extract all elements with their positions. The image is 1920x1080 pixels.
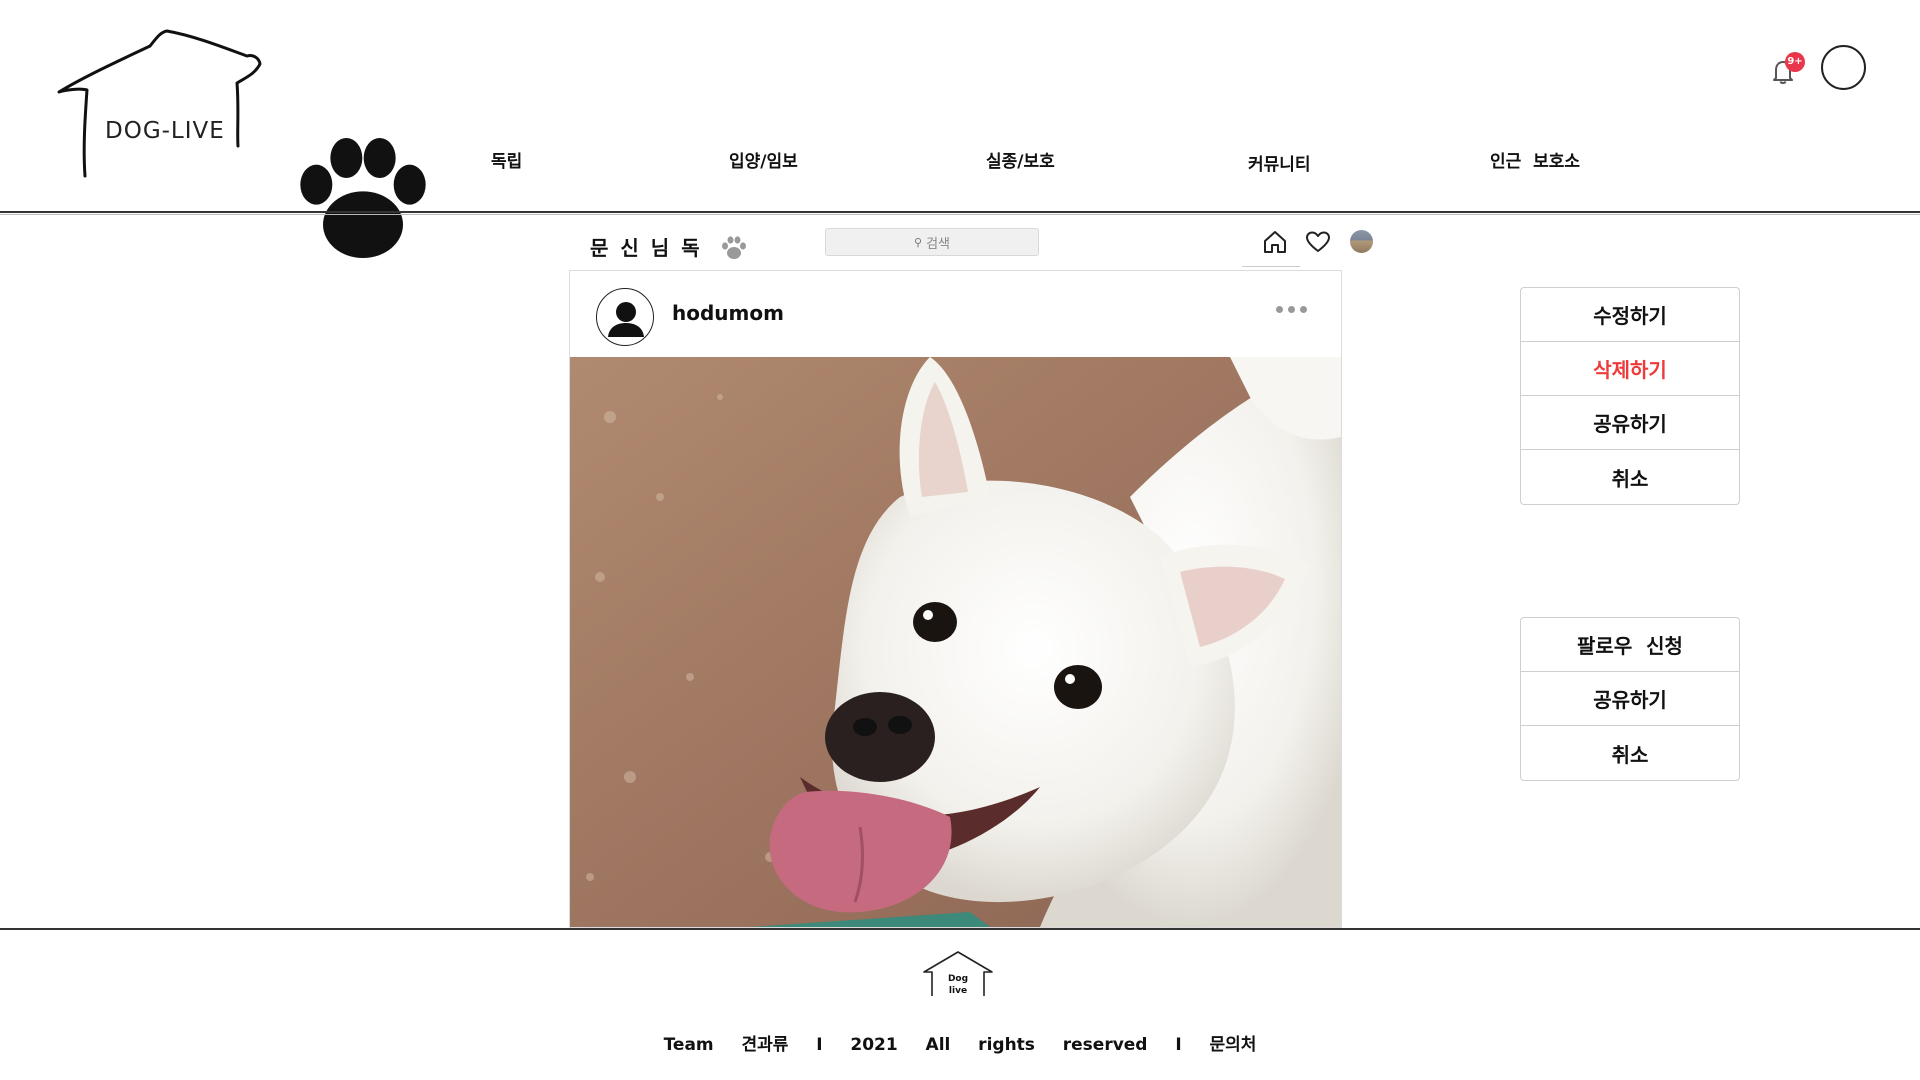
search-input[interactable]: ⚲ 검색 — [825, 228, 1039, 256]
heart-icon[interactable] — [1305, 230, 1331, 254]
nav-item-independence[interactable]: 독립 — [491, 147, 522, 172]
notification-badge: 9+ — [1785, 52, 1805, 72]
owner-options-menu: 수정하기 삭제하기 공유하기 취소 — [1520, 287, 1740, 505]
dog-photo — [570, 357, 1341, 927]
more-options-icon[interactable] — [1276, 299, 1316, 319]
nav-item-shelter[interactable]: 인근 보호소 — [1490, 147, 1580, 172]
post-avatar[interactable] — [596, 288, 654, 346]
feed-brand: 문신님독 — [590, 236, 712, 260]
footer-logo-line2: live — [949, 986, 967, 996]
header-divider-shadow — [0, 214, 1920, 215]
nav-item-missing[interactable]: 실종/보호 — [986, 147, 1055, 172]
footer-divider — [0, 928, 1920, 930]
footer-copyright: Team 견과류 I 2021 All rights reserved I 문의… — [663, 1035, 1257, 1055]
home-active-indicator — [1242, 266, 1300, 267]
post-card: hodumom — [569, 270, 1342, 928]
delete-button[interactable]: 삭제하기 — [1521, 342, 1739, 396]
visitor-options-menu: 팔로우 신청 공유하기 취소 — [1520, 617, 1740, 781]
nav-item-adoption[interactable]: 입양/임보 — [729, 147, 798, 172]
cancel-button[interactable]: 취소 — [1521, 450, 1739, 504]
home-icon[interactable] — [1262, 229, 1288, 255]
user-avatar[interactable] — [1350, 230, 1373, 253]
post-photo[interactable] — [570, 357, 1341, 927]
profile-avatar[interactable] — [1821, 45, 1866, 90]
paw-icon — [300, 138, 426, 258]
post-username[interactable]: hodumom — [672, 301, 784, 325]
edit-button[interactable]: 수정하기 — [1521, 288, 1739, 342]
post-header: hodumom — [570, 271, 1341, 357]
cancel-button[interactable]: 취소 — [1521, 726, 1739, 780]
share-button[interactable]: 공유하기 — [1521, 396, 1739, 450]
share-button[interactable]: 공유하기 — [1521, 672, 1739, 726]
search-icon: ⚲ — [914, 235, 923, 249]
header-divider — [0, 211, 1920, 213]
footer-logo[interactable]: Dog live — [922, 950, 994, 1000]
main-nav: 독립 입양/임보 실종/보호 커뮤니티 인근 보호소 — [0, 147, 1920, 177]
footer-logo-line1: Dog — [948, 974, 968, 984]
follow-request-button[interactable]: 팔로우 신청 — [1521, 618, 1739, 672]
nav-item-community[interactable]: 커뮤니티 — [1248, 150, 1311, 175]
paw-icon — [722, 236, 746, 259]
person-icon — [608, 302, 644, 337]
logo-text: DOG-LIVE — [105, 118, 225, 144]
search-placeholder: 검색 — [926, 236, 950, 252]
